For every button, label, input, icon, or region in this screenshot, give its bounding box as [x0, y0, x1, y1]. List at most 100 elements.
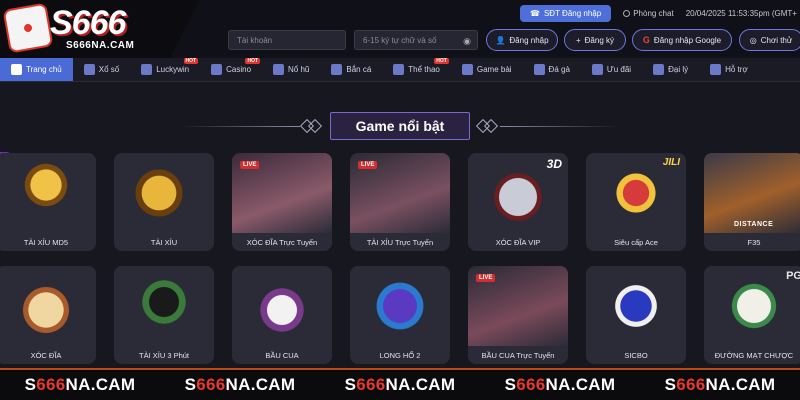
register-button[interactable]: + Đăng ký	[564, 29, 626, 51]
password-placeholder: 6-15 ký tự chữ và số	[363, 36, 437, 45]
phone-login-button[interactable]: ☎ SĐT Đăng nhập	[520, 5, 612, 22]
game-title: XÓC ĐĨA	[30, 351, 62, 360]
page: S666 S666NA.CAM ☎ SĐT Đăng nhập Phòng ch…	[0, 0, 800, 400]
live-badge: LIVE	[358, 161, 378, 169]
gamepad-icon: ◎	[749, 35, 757, 45]
clover-icon	[141, 64, 153, 75]
game-thumbnail	[586, 266, 686, 346]
phone-login-label: SĐT Đăng nhập	[543, 9, 602, 18]
game-card[interactable]: TÀI XỈU 3 Phút	[114, 266, 214, 364]
google-login-button[interactable]: G Đăng nhập Google	[632, 29, 732, 51]
game-title: TÀI XỈU	[150, 238, 178, 247]
game-title: Siêu cấp Ace	[614, 238, 658, 247]
casino-chip-icon	[211, 64, 223, 75]
username-placeholder: Tài khoản	[237, 36, 273, 45]
nav-item-10[interactable]: Đại lý	[642, 58, 699, 81]
footer-logo: S666NA.CAM	[184, 375, 296, 394]
fish-icon	[331, 64, 343, 75]
game-card[interactable]: TÀI XỈU	[114, 153, 214, 251]
3d-badge: 3D	[546, 157, 562, 171]
divider	[500, 126, 620, 127]
nav-item-label: Thể thao	[408, 65, 440, 74]
game-card[interactable]: LIVE BẦU CUA Trực Tuyến	[468, 266, 568, 364]
game-card[interactable]: SICBO	[586, 266, 686, 364]
nav-item-label: Nổ hũ	[288, 65, 310, 74]
add-user-icon: +	[575, 35, 581, 45]
game-card[interactable]: LIVE XÓC ĐĨA Trực Tuyến	[232, 153, 332, 251]
chat-label: Phòng chat	[633, 9, 674, 18]
logo-panel[interactable]: S666 S666NA.CAM	[0, 0, 200, 62]
nav-item-3[interactable]: Casino HOT	[200, 58, 262, 81]
game-title: XÓC ĐĨA VIP	[495, 238, 541, 247]
nav-item-label: Bắn cá	[346, 65, 372, 74]
phone-icon: ☎	[530, 9, 540, 18]
game-card[interactable]: BẦU CUA	[232, 266, 332, 364]
nav-item-1[interactable]: Xổ số	[73, 58, 130, 81]
nav-item-0[interactable]: Trang chủ	[0, 58, 73, 81]
chat-room-link[interactable]: Phòng chat	[619, 9, 677, 18]
game-card[interactable]: TÀI XỈU MD5	[0, 153, 96, 251]
hot-badge: HOT	[245, 58, 261, 64]
logo-subtitle: S666NA.CAM	[66, 40, 135, 51]
nav-item-7[interactable]: Game bài	[451, 58, 523, 81]
game-card[interactable]: 3D XÓC ĐĨA VIP	[468, 153, 568, 251]
provider-badge: JILI	[662, 157, 680, 168]
username-input[interactable]: Tài khoản	[228, 30, 346, 50]
eye-icon[interactable]: ◉	[463, 36, 471, 47]
hot-badge: HOT	[183, 58, 199, 64]
game-title: BẦU CUA Trực Tuyến	[481, 351, 555, 360]
game-thumbnail	[350, 266, 450, 346]
section-title: Game nổi bật	[330, 112, 470, 140]
try-play-label: Chơi thử	[760, 35, 793, 45]
nav-item-label: Luckywin	[156, 65, 190, 74]
support-icon	[710, 64, 722, 75]
footer-banner: S666NA.CAM S666NA.CAM S666NA.CAM S666NA.CAM…	[0, 368, 800, 400]
game-title: LONG HỔ 2	[379, 351, 421, 360]
gift-icon	[591, 64, 603, 75]
login-button[interactable]: 👤 Đăng nhập	[486, 29, 558, 51]
game-card[interactable]: PG ĐƯỜNG MẠT CHƯỢC	[704, 266, 800, 364]
chat-icon	[623, 10, 631, 17]
game-card[interactable]: LONG HỔ 2	[350, 266, 450, 364]
nav-item-label: Casino	[226, 65, 252, 74]
nav-item-label: Trang chủ	[26, 65, 62, 74]
nav-item-5[interactable]: Bắn cá	[320, 58, 382, 81]
jackpot-icon	[273, 64, 285, 75]
footer-logo: S666NA.CAM	[344, 375, 456, 394]
card-game-icon	[461, 64, 473, 75]
provider-badge: PG	[786, 270, 800, 282]
nav-item-9[interactable]: Ưu đãi	[581, 58, 642, 81]
game-card[interactable]: LIVE TÀI XỈU Trực Tuyến	[350, 153, 450, 251]
logo-text: S666	[50, 4, 126, 42]
game-thumbnail	[114, 266, 214, 346]
divider	[180, 126, 300, 127]
password-input[interactable]: 6-15 ký tự chữ và số ◉	[354, 30, 478, 50]
game-title: SICBO	[624, 351, 648, 360]
game-title: TÀI XỈU MD5	[23, 238, 69, 247]
game-title: ĐƯỜNG MẠT CHƯỢC	[714, 351, 794, 360]
datetime-display: 20/04/2025 11:53:35pm (GMT+	[685, 9, 797, 18]
register-label: Đăng ký	[584, 35, 615, 45]
nav-item-4[interactable]: Nổ hũ	[262, 58, 320, 81]
nav-item-6[interactable]: Thể thao HOT	[382, 58, 451, 81]
google-icon: G	[642, 35, 650, 45]
live-badge: LIVE	[240, 161, 260, 169]
nav-item-label: Hỗ trợ	[725, 65, 748, 74]
game-card[interactable]: JILI Siêu cấp Ace	[586, 153, 686, 251]
game-thumbnail	[114, 153, 214, 233]
nav-item-label: Ưu đãi	[606, 65, 632, 74]
game-card[interactable]: DISTANCE F35	[704, 153, 800, 251]
nav-item-label: Game bài	[476, 65, 512, 74]
nav-item-11[interactable]: Hỗ trợ	[699, 58, 759, 81]
hot-badge: HOT	[434, 58, 449, 64]
nav-item-8[interactable]: Đá gà	[523, 58, 581, 81]
rooster-icon	[533, 64, 545, 75]
header: S666 S666NA.CAM ☎ SĐT Đăng nhập Phòng ch…	[0, 0, 800, 62]
nav-item-2[interactable]: Luckywin HOT	[130, 58, 200, 81]
game-card[interactable]: XÓC ĐĨA	[0, 266, 96, 364]
try-play-button[interactable]: ◎ Chơi thử	[739, 29, 800, 51]
game-title: TÀI XỈU 3 Phút	[138, 351, 190, 360]
footer-logo: S666NA.CAM	[504, 375, 616, 394]
game-title: F35	[747, 238, 761, 247]
section-heading: Game nổi bật	[0, 112, 800, 142]
